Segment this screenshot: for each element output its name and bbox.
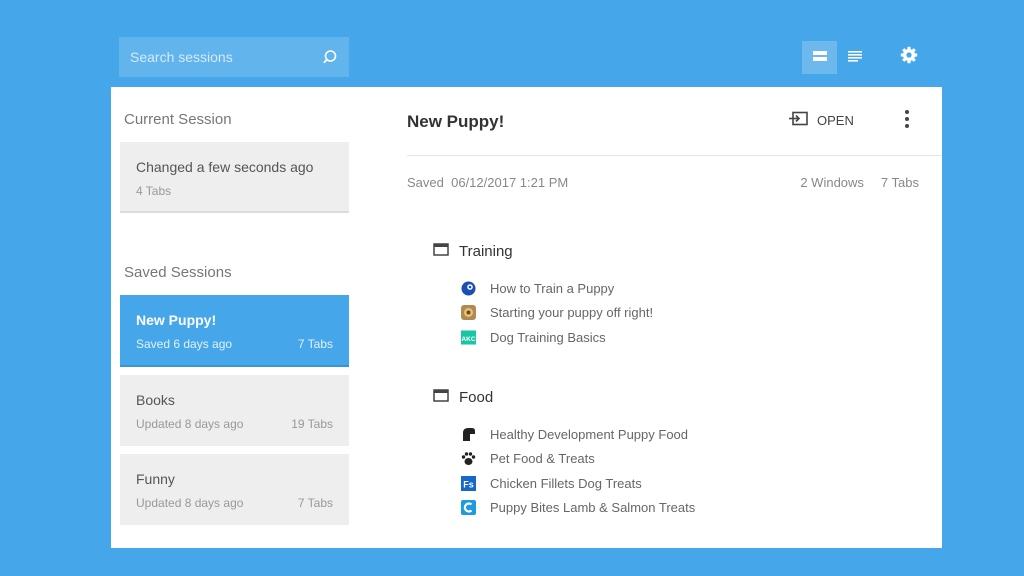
saved-session-card[interactable]: Books Updated 8 days ago 19 Tabs (120, 375, 349, 446)
gear-icon (900, 46, 918, 69)
sessions-sidebar: Current Session Changed a few seconds ag… (111, 87, 349, 548)
session-tab-count: 4 Tabs (136, 184, 172, 198)
window-icon (433, 242, 449, 260)
tab-title: Starting your puppy off right! (490, 305, 654, 321)
saved-label: Saved (407, 175, 444, 190)
settings-button[interactable] (891, 41, 926, 74)
window-count: 2 Windows (800, 175, 864, 190)
search-box[interactable] (119, 37, 349, 77)
fs-icon: Fs (461, 475, 476, 491)
open-in-window-icon (789, 111, 809, 130)
window-header: Food (433, 387, 695, 407)
saved-sessions-heading: Saved Sessions (124, 264, 232, 281)
detail-view-button[interactable] (837, 41, 872, 74)
divider (407, 155, 942, 156)
top-toolbar (111, 28, 942, 87)
session-counts: 2 Windows 7 Tabs (800, 175, 919, 190)
current-session-card[interactable]: Changed a few seconds ago 4 Tabs (120, 142, 349, 213)
session-date: Saved 6 days ago (136, 337, 233, 351)
window-name: Food (459, 388, 494, 406)
tab-title: How to Train a Puppy (490, 280, 615, 296)
akc-icon-text: AKC (461, 336, 475, 343)
saved-session-card[interactable]: Funny Updated 8 days ago 7 Tabs (120, 454, 349, 525)
more-options-button[interactable] (897, 109, 917, 133)
more-vert-icon (905, 109, 909, 133)
tab-item[interactable]: Healthy Development Puppy Food (461, 422, 695, 447)
detail-view-icon (847, 49, 862, 67)
tab-item[interactable]: AKC Dog Training Basics (461, 325, 653, 350)
dog-head-icon (461, 427, 476, 442)
page-title: New Puppy! (407, 112, 505, 131)
tab-title: Healthy Development Puppy Food (490, 426, 689, 442)
search-input[interactable] (130, 49, 311, 65)
session-name: Books (136, 392, 175, 408)
session-name: New Puppy! (136, 312, 217, 328)
tab-title: Puppy Bites Lamb & Salmon Treats (490, 500, 696, 516)
session-date: Updated 8 days ago (136, 496, 244, 510)
paw-icon (461, 451, 476, 466)
fs-icon-text: Fs (463, 479, 474, 489)
saved-timestamp: Saved 06/12/2017 1:21 PM (407, 175, 568, 190)
tab-title: Pet Food & Treats (490, 451, 595, 467)
tab-item[interactable]: How to Train a Puppy (461, 276, 653, 301)
tab-item[interactable]: Starting your puppy off right! (461, 301, 653, 326)
open-button[interactable]: OPEN (789, 111, 854, 130)
search-icon[interactable] (311, 37, 349, 77)
tab-item[interactable]: Puppy Bites Lamb & Salmon Treats (461, 496, 695, 521)
open-label: OPEN (817, 113, 854, 128)
session-tab-count: 7 Tabs (297, 496, 333, 510)
tab-list: Healthy Development Puppy Food Pet Food … (433, 422, 695, 520)
window-group: Training How to Train a Puppy Starting y… (433, 241, 653, 350)
tab-item[interactable]: Pet Food & Treats (461, 447, 695, 472)
window-group: Food Healthy Development Puppy Food Pet … (433, 387, 695, 520)
c-logo-icon (461, 500, 476, 516)
tab-count: 7 Tabs (880, 175, 919, 190)
session-name: Funny (136, 471, 175, 487)
window-header: Training (433, 241, 653, 261)
akc-icon: AKC (461, 330, 476, 345)
window-name: Training (459, 242, 513, 260)
session-tab-count: 19 Tabs (291, 417, 333, 431)
session-date: Updated 8 days ago (136, 417, 244, 431)
session-detail: New Puppy! OPEN Saved 06/12/2017 1:21 PM… (407, 87, 942, 548)
window-icon (433, 388, 449, 406)
site-globe-icon (461, 281, 476, 296)
tab-title: Dog Training Basics (490, 329, 606, 345)
saved-date: 06/12/2017 1:21 PM (451, 175, 569, 190)
saved-session-card[interactable]: New Puppy! Saved 6 days ago 7 Tabs (120, 295, 349, 367)
list-view-icon (812, 49, 827, 67)
session-tab-count: 7 Tabs (297, 337, 333, 351)
list-view-button[interactable] (802, 41, 837, 74)
tab-list: How to Train a Puppy Starting your puppy… (433, 276, 653, 350)
session-manager-app: Current Session Changed a few seconds ag… (111, 28, 942, 548)
current-session-heading: Current Session (124, 111, 232, 128)
tab-item[interactable]: Fs Chicken Fillets Dog Treats (461, 471, 695, 496)
site-puppy-icon (461, 305, 476, 321)
session-name: Changed a few seconds ago (136, 159, 314, 175)
tab-title: Chicken Fillets Dog Treats (490, 475, 642, 491)
